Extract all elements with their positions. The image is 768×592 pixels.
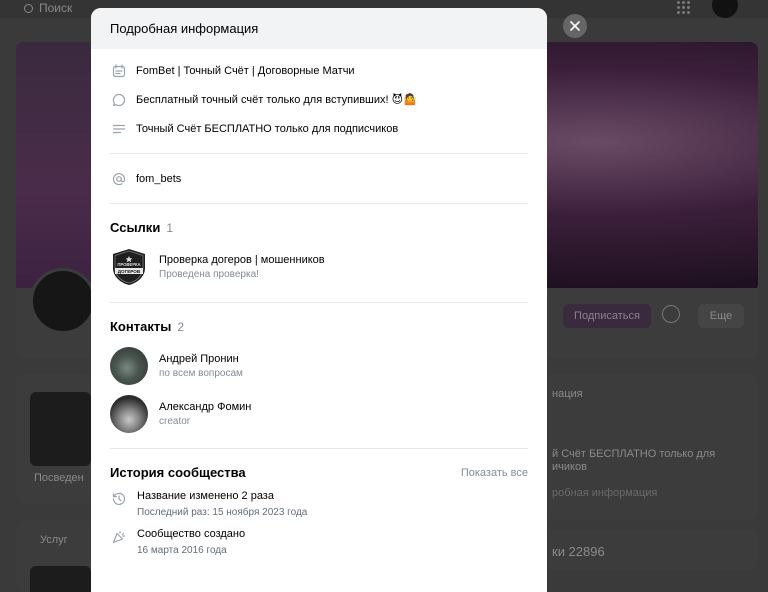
separator bbox=[110, 203, 528, 204]
short-address-row[interactable]: fom_bets bbox=[110, 164, 528, 193]
contacts-section-title: Контакты 2 bbox=[110, 319, 528, 334]
more-button[interactable]: Еще bbox=[698, 304, 744, 328]
search-icon bbox=[24, 3, 33, 13]
party-popper-icon bbox=[110, 528, 128, 546]
short-address-text: fom_bets bbox=[136, 172, 182, 185]
contact-role: creator bbox=[159, 416, 191, 427]
contact-item[interactable]: Александр Фомин creator bbox=[110, 390, 528, 438]
right-card-text-3[interactable]: робная информация bbox=[552, 487, 657, 499]
history-item: Название изменено 2 раза Последний раз: … bbox=[110, 490, 528, 518]
at-icon bbox=[110, 170, 128, 188]
message-icon[interactable] bbox=[662, 305, 680, 323]
history-item-title: Название изменено 2 раза bbox=[137, 490, 274, 502]
info-row-text: Бесплатный точный счёт только для вступи… bbox=[136, 94, 417, 106]
history-header: История сообщества Показать все bbox=[110, 465, 528, 480]
history-item: Сообщество создано 16 марта 2016 года bbox=[110, 528, 528, 556]
right-card-text-1: нация bbox=[552, 388, 583, 400]
avatar bbox=[110, 347, 148, 385]
shield-badge-icon: ПРОВЕРКА ДОГЕРОВ bbox=[113, 249, 145, 285]
left-card-2-text[interactable]: Услуг bbox=[40, 534, 68, 546]
links-title: Ссылки bbox=[110, 220, 161, 235]
cover-image-left bbox=[16, 42, 96, 292]
separator bbox=[110, 302, 528, 303]
separator bbox=[110, 153, 528, 154]
contact-name: Андрей Пронин bbox=[159, 353, 239, 365]
close-icon bbox=[570, 21, 580, 31]
search-placeholder: Поиск bbox=[39, 1, 73, 15]
link-item[interactable]: ПРОВЕРКА ДОГЕРОВ Проверка догеров | моше… bbox=[110, 248, 528, 286]
badge-text-1: ПРОВЕРКА bbox=[117, 262, 140, 267]
left-card-text: Посведен bbox=[34, 472, 84, 484]
modal-header: Подробная информация bbox=[91, 8, 547, 49]
right-card-2-text: ки 22896 bbox=[552, 544, 605, 559]
history-item-sub: Последний раз: 15 ноября 2023 года bbox=[137, 507, 308, 518]
info-row-status: Точный Счёт БЕСПЛАТНО только для подписч… bbox=[110, 114, 528, 143]
close-button[interactable] bbox=[563, 14, 587, 38]
badge-text-2: ДОГЕРОВ bbox=[118, 269, 141, 274]
link-title: Проверка догеров | мошенников bbox=[159, 254, 325, 266]
history-item-title: Сообщество создано bbox=[137, 528, 246, 540]
text-lines-icon bbox=[110, 120, 128, 138]
search-field[interactable]: Поиск bbox=[24, 0, 72, 16]
info-row-text: FomBet | Точный Счёт | Договорные Матчи bbox=[136, 64, 355, 77]
right-card-text-2: й Счёт БЕСПЛАТНО только для ичиков bbox=[552, 448, 716, 473]
group-avatar[interactable] bbox=[30, 268, 96, 334]
contact-name: Александр Фомин bbox=[159, 401, 252, 413]
avatar bbox=[110, 395, 148, 433]
contact-item[interactable]: Андрей Пронин по всем вопросам bbox=[110, 342, 528, 390]
info-row-text: Точный Счёт БЕСПЛАТНО только для подписч… bbox=[136, 122, 399, 135]
left-card-thumbnail[interactable] bbox=[30, 392, 91, 466]
chat-bubble-icon bbox=[110, 91, 128, 109]
link-subtitle: Проведена проверка! bbox=[159, 269, 259, 280]
info-row-description: Бесплатный точный счёт только для вступи… bbox=[110, 85, 528, 114]
history-icon bbox=[110, 490, 128, 508]
contact-role: по всем вопросам bbox=[159, 368, 243, 379]
contacts-title: Контакты bbox=[110, 319, 172, 334]
contacts-count: 2 bbox=[177, 320, 184, 334]
separator bbox=[110, 448, 528, 449]
subscribe-button[interactable]: Подписаться bbox=[563, 304, 651, 328]
left-card-2-thumbnail bbox=[30, 566, 91, 592]
calendar-icon bbox=[110, 62, 128, 80]
details-modal: Подробная информация FomBet | Точный Счё… bbox=[91, 8, 547, 592]
modal-title: Подробная информация bbox=[110, 21, 259, 36]
show-all-link[interactable]: Показать все bbox=[461, 467, 528, 479]
links-section-title: Ссылки 1 bbox=[110, 220, 528, 235]
history-item-sub: 16 марта 2016 года bbox=[137, 545, 227, 556]
info-row-name: FomBet | Точный Счёт | Договорные Матчи bbox=[110, 56, 528, 85]
links-count: 1 bbox=[166, 221, 173, 235]
apps-grid-icon[interactable] bbox=[676, 0, 690, 14]
history-title: История сообщества bbox=[110, 465, 246, 480]
